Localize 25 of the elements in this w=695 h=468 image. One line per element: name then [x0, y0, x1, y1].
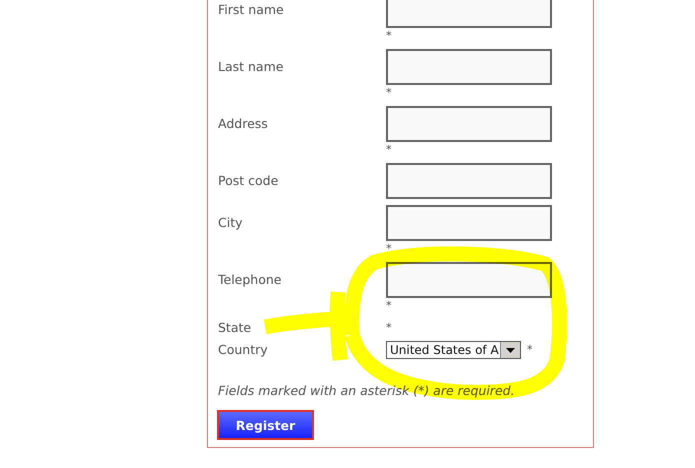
country-select[interactable]: United States of A	[386, 341, 521, 359]
required-marker: *	[527, 342, 532, 358]
field-label: First name	[218, 1, 285, 19]
text-field[interactable]	[386, 49, 552, 85]
dropdown-arrow-icon	[506, 348, 515, 352]
field-label: Telephone	[218, 271, 282, 289]
text-field[interactable]	[386, 106, 552, 142]
required-marker: *	[386, 320, 392, 336]
field-label: Address	[218, 115, 269, 133]
field-label: Last name	[218, 58, 284, 76]
field-label: Country	[218, 341, 269, 359]
required-marker: *	[386, 298, 392, 313]
required-marker: *	[386, 142, 392, 157]
text-field[interactable]	[386, 205, 552, 241]
required-marker: *	[386, 28, 392, 43]
field-label: State	[218, 319, 252, 337]
text-field[interactable]	[386, 163, 552, 199]
field-label: Post code	[218, 172, 280, 190]
field-label: City	[218, 214, 244, 232]
text-field[interactable]	[386, 262, 552, 298]
required-marker: *	[386, 241, 392, 256]
register-button[interactable]: Register	[217, 410, 314, 440]
required-note: Fields marked with an asterisk (*) are required.	[218, 383, 516, 398]
text-field[interactable]	[386, 0, 552, 28]
required-marker: *	[386, 85, 392, 100]
